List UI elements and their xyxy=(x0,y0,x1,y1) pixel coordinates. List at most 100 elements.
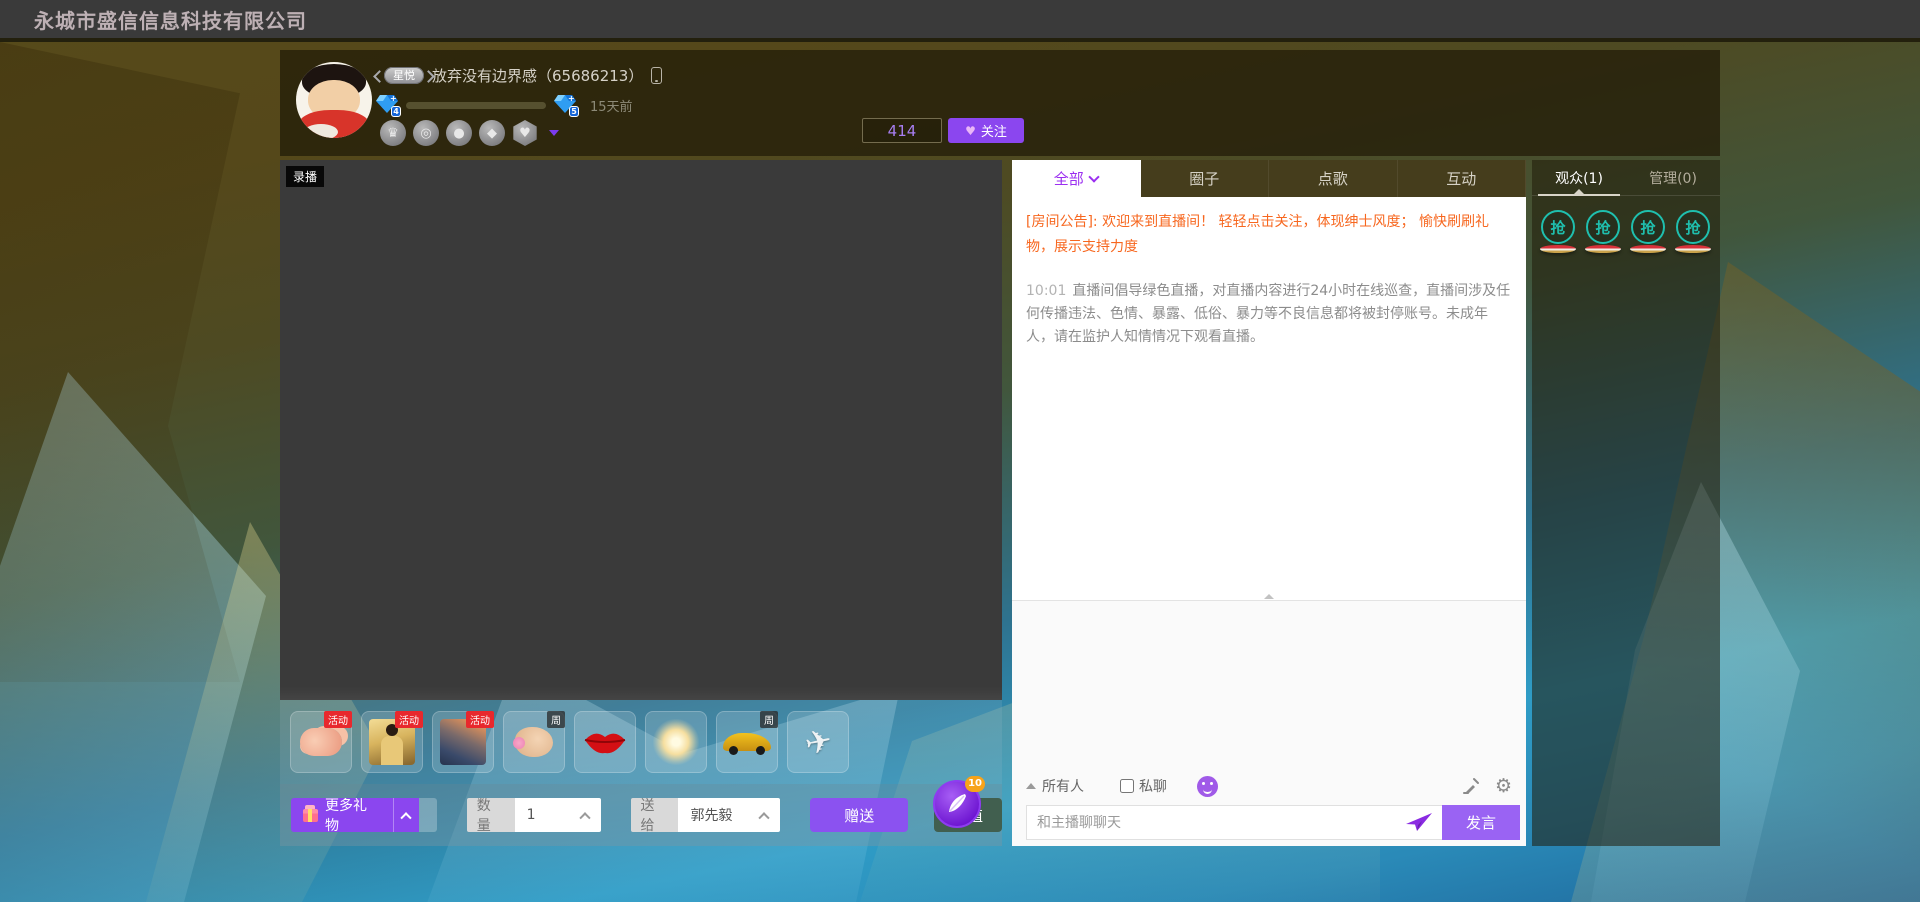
grab-seat-label: 抢 xyxy=(1586,210,1620,244)
grab-seat-label: 抢 xyxy=(1541,210,1575,244)
gift-badge: 周 xyxy=(760,711,778,728)
gear-icon[interactable]: ⚙ xyxy=(1495,777,1512,796)
gift-item[interactable]: 周 xyxy=(503,711,565,773)
red-lips-gift-icon xyxy=(582,728,628,756)
gift-item[interactable]: 活动 xyxy=(290,711,352,773)
live-room-page: 永城市盛信信息科技有限公司 星悦 放弃没有边界感（65686213） + 4 +… xyxy=(0,0,1920,902)
more-gifts-button[interactable]: 更多礼物 xyxy=(291,798,437,832)
private-chat-toggle[interactable]: 私聊 xyxy=(1120,776,1167,796)
gift-item[interactable] xyxy=(574,711,636,773)
grab-seat[interactable]: 抢 xyxy=(1540,210,1576,253)
chat-panel: 全部 圈子 点歌 互动 [房间公告]: 欢迎来到直播间！ 轻轻点击关注，体现绅士… xyxy=(1012,160,1526,846)
grab-seat[interactable]: 抢 xyxy=(1585,210,1621,253)
chat-controls: 所有人 私聊 ⚙ xyxy=(1026,772,1512,800)
tab-song-request[interactable]: 点歌 xyxy=(1269,160,1398,197)
message-timestamp: 10:01 xyxy=(1026,283,1066,299)
more-gifts-pad xyxy=(419,798,437,832)
quantity-stepper[interactable]: 数量 1 xyxy=(467,798,601,832)
gift-item[interactable]: 周 xyxy=(716,711,778,773)
quantity-dropdown-button[interactable] xyxy=(577,798,601,832)
send-plane-icon[interactable] xyxy=(1406,813,1432,833)
system-message-text: 直播间倡导绿色直播，对直播内容进行24小时在线巡查，直播间涉及任何传播违法、色情… xyxy=(1026,283,1510,345)
seat-base xyxy=(1675,245,1711,253)
gift-section: 活动 活动 活动 周 xyxy=(280,700,1002,846)
balloon-medal-icon: ● xyxy=(446,120,472,146)
svg-text:+: + xyxy=(390,95,397,103)
hot-value: 414 xyxy=(862,118,942,143)
gift-badge: 周 xyxy=(547,711,565,728)
follow-label: 关注 xyxy=(981,121,1007,140)
more-gifts-expand-button[interactable] xyxy=(393,798,419,832)
private-chat-label: 私聊 xyxy=(1139,776,1167,796)
audience-selector-label: 所有人 xyxy=(1042,776,1084,796)
grab-seat[interactable]: 抢 xyxy=(1675,210,1711,253)
clear-chat-icon[interactable] xyxy=(1461,777,1481,795)
tab-all[interactable]: 全部 xyxy=(1012,160,1141,197)
next-level-gem-icon: + 5 xyxy=(554,95,576,115)
avatar-plate xyxy=(304,124,338,138)
level-next-badge: 5 xyxy=(569,106,579,117)
grab-seat[interactable]: 抢 xyxy=(1630,210,1666,253)
hat-medal-icon: ◎ xyxy=(413,120,439,146)
streamer-avatar[interactable] xyxy=(296,62,372,138)
compass-medal-icon: ◆ xyxy=(479,120,505,146)
sports-car-gift-icon xyxy=(723,733,771,751)
heart-icon: ♥ xyxy=(965,124,976,138)
seat-base xyxy=(1585,245,1621,253)
gift-control-row: 更多礼物 数量 1 送给 郭先毅 赠送 充值 10 xyxy=(280,784,1002,846)
tab-viewers[interactable]: 观众(1) xyxy=(1532,160,1626,195)
level-progress-row: + 4 + 5 15天前 xyxy=(376,94,633,116)
audience-selector[interactable]: 所有人 xyxy=(1026,776,1084,796)
tab-circle-label: 圈子 xyxy=(1189,168,1219,189)
medals-dropdown-icon[interactable] xyxy=(549,130,559,136)
gift-item[interactable]: ✈ xyxy=(787,711,849,773)
send-to-selector[interactable]: 送给 郭先毅 xyxy=(631,798,781,832)
chat-lower-area: 所有人 私聊 ⚙ 发言 xyxy=(1012,601,1526,846)
streamer-name-row: 星悦 放弃没有边界感（65686213） xyxy=(384,64,662,86)
medals-row: ♛ ◎ ● ◆ ♥ xyxy=(380,120,559,146)
company-title: 永城市盛信信息科技有限公司 xyxy=(34,5,307,34)
svg-text:+: + xyxy=(568,95,575,103)
tab-circle[interactable]: 圈子 xyxy=(1141,160,1270,197)
admins-tab-label: 管理(0) xyxy=(1649,168,1697,188)
gift-item[interactable]: 活动 xyxy=(432,711,494,773)
send-message-button[interactable]: 发言 xyxy=(1442,805,1520,840)
system-message: 10:01直播间倡导绿色直播，对直播内容进行24小时在线巡查，直播间涉及任何传播… xyxy=(1026,280,1512,349)
video-player[interactable]: 录播 xyxy=(280,160,1002,700)
send-to-value: 郭先毅 xyxy=(678,798,756,832)
feather-count-badge: 10 xyxy=(965,776,985,792)
quantity-value: 1 xyxy=(515,798,577,832)
send-to-dropdown-button[interactable] xyxy=(756,798,780,832)
feather-gift-button[interactable]: 10 xyxy=(933,780,981,828)
chevron-up-icon xyxy=(401,812,412,823)
send-to-label: 送给 xyxy=(631,798,679,832)
private-chat-checkbox[interactable] xyxy=(1120,779,1134,793)
follow-button[interactable]: ♥ 关注 xyxy=(948,118,1024,143)
window-titlebar: 永城市盛信信息科技有限公司 xyxy=(0,0,1920,38)
bracelet-hand-gift-icon xyxy=(515,727,553,757)
chat-input-row: 发言 xyxy=(1026,805,1520,840)
announcement-prefix: [房间公告]: xyxy=(1026,214,1098,230)
tab-all-label: 全部 xyxy=(1054,168,1084,189)
seat-base xyxy=(1540,245,1576,253)
mobile-stream-icon xyxy=(651,67,662,84)
fan-club-badge: 星悦 xyxy=(384,67,424,84)
chevron-up-icon xyxy=(579,812,590,823)
viewer-seats: 抢 抢 抢 抢 xyxy=(1532,196,1720,253)
active-tab-notch xyxy=(1574,189,1584,194)
send-gift-button[interactable]: 赠送 xyxy=(810,798,908,832)
tab-interaction-label: 互动 xyxy=(1446,168,1476,189)
chat-message-list: [房间公告]: 欢迎来到直播间！ 轻轻点击关注，体现绅士风度； 愉快刷刷礼物，展… xyxy=(1012,197,1526,600)
cream-flower-gift-icon xyxy=(653,719,699,765)
airplane-gift-icon: ✈ xyxy=(802,724,835,761)
heart-medal-icon: ♥ xyxy=(512,120,538,146)
emoji-button[interactable] xyxy=(1197,776,1218,797)
chat-input[interactable] xyxy=(1026,805,1442,840)
tab-admins[interactable]: 管理(0) xyxy=(1626,160,1720,195)
seat-base xyxy=(1630,245,1666,253)
gift-item[interactable] xyxy=(645,711,707,773)
last-live-time: 15天前 xyxy=(590,96,633,115)
tab-interaction[interactable]: 互动 xyxy=(1398,160,1527,197)
viewers-tabs: 观众(1) 管理(0) xyxy=(1532,160,1720,196)
gift-item[interactable]: 活动 xyxy=(361,711,423,773)
